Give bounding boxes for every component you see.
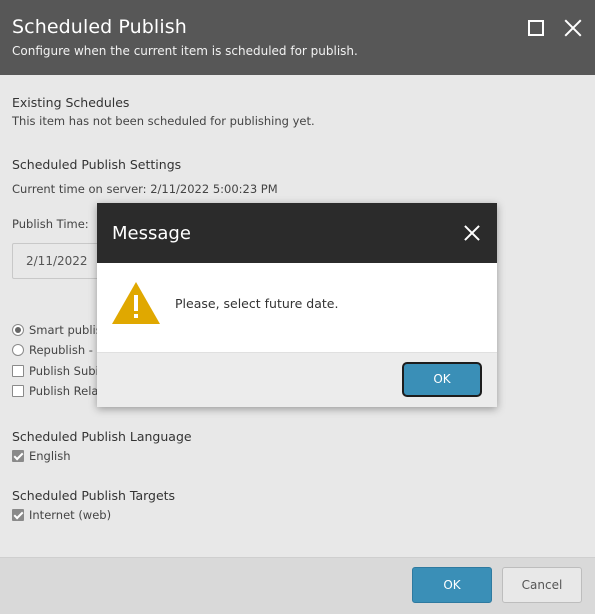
dialog-footer: OK Cancel [0,557,595,614]
publish-subitems-label: Publish Subi [29,364,99,378]
publish-related-checkbox[interactable] [12,385,24,397]
dialog-title: Scheduled Publish [12,16,187,38]
modal-message: Please, select future date. [175,296,339,311]
republish-label: Republish - F [29,343,104,357]
existing-schedules-text: This item has not been scheduled for pub… [12,114,315,128]
language-heading: Scheduled Publish Language [12,429,192,444]
publish-time-label: Publish Time: [12,217,89,231]
targets-heading: Scheduled Publish Targets [12,488,176,503]
smart-publish-radio[interactable] [12,324,24,336]
english-checkbox[interactable] [12,450,24,462]
close-icon[interactable] [562,17,584,39]
smart-publish-label: Smart publis [29,323,102,337]
existing-schedules-heading: Existing Schedules [12,95,130,110]
warning-icon [112,282,160,324]
message-modal: Message Please, select future date. OK [97,203,497,407]
modal-footer: OK [97,352,497,407]
modal-close-icon[interactable] [462,223,482,243]
modal-header: Message [97,203,497,263]
internet-label: Internet (web) [29,508,112,522]
server-time-text: Current time on server: 2/11/2022 5:00:2… [12,182,278,196]
english-label: English [29,449,71,463]
maximize-icon[interactable] [528,20,544,36]
modal-ok-button[interactable]: OK [402,362,482,397]
settings-heading: Scheduled Publish Settings [12,157,182,172]
dialog-subtitle: Configure when the current item is sched… [12,44,358,58]
ok-button[interactable]: OK [412,567,492,603]
cancel-button[interactable]: Cancel [502,567,582,603]
publish-related-label: Publish Rela [29,384,99,398]
modal-body: Please, select future date. [97,263,497,352]
internet-checkbox[interactable] [12,509,24,521]
dialog-header: Scheduled Publish Configure when the cur… [0,0,595,75]
publish-subitems-checkbox[interactable] [12,365,24,377]
republish-radio[interactable] [12,344,24,356]
modal-title: Message [112,223,191,244]
